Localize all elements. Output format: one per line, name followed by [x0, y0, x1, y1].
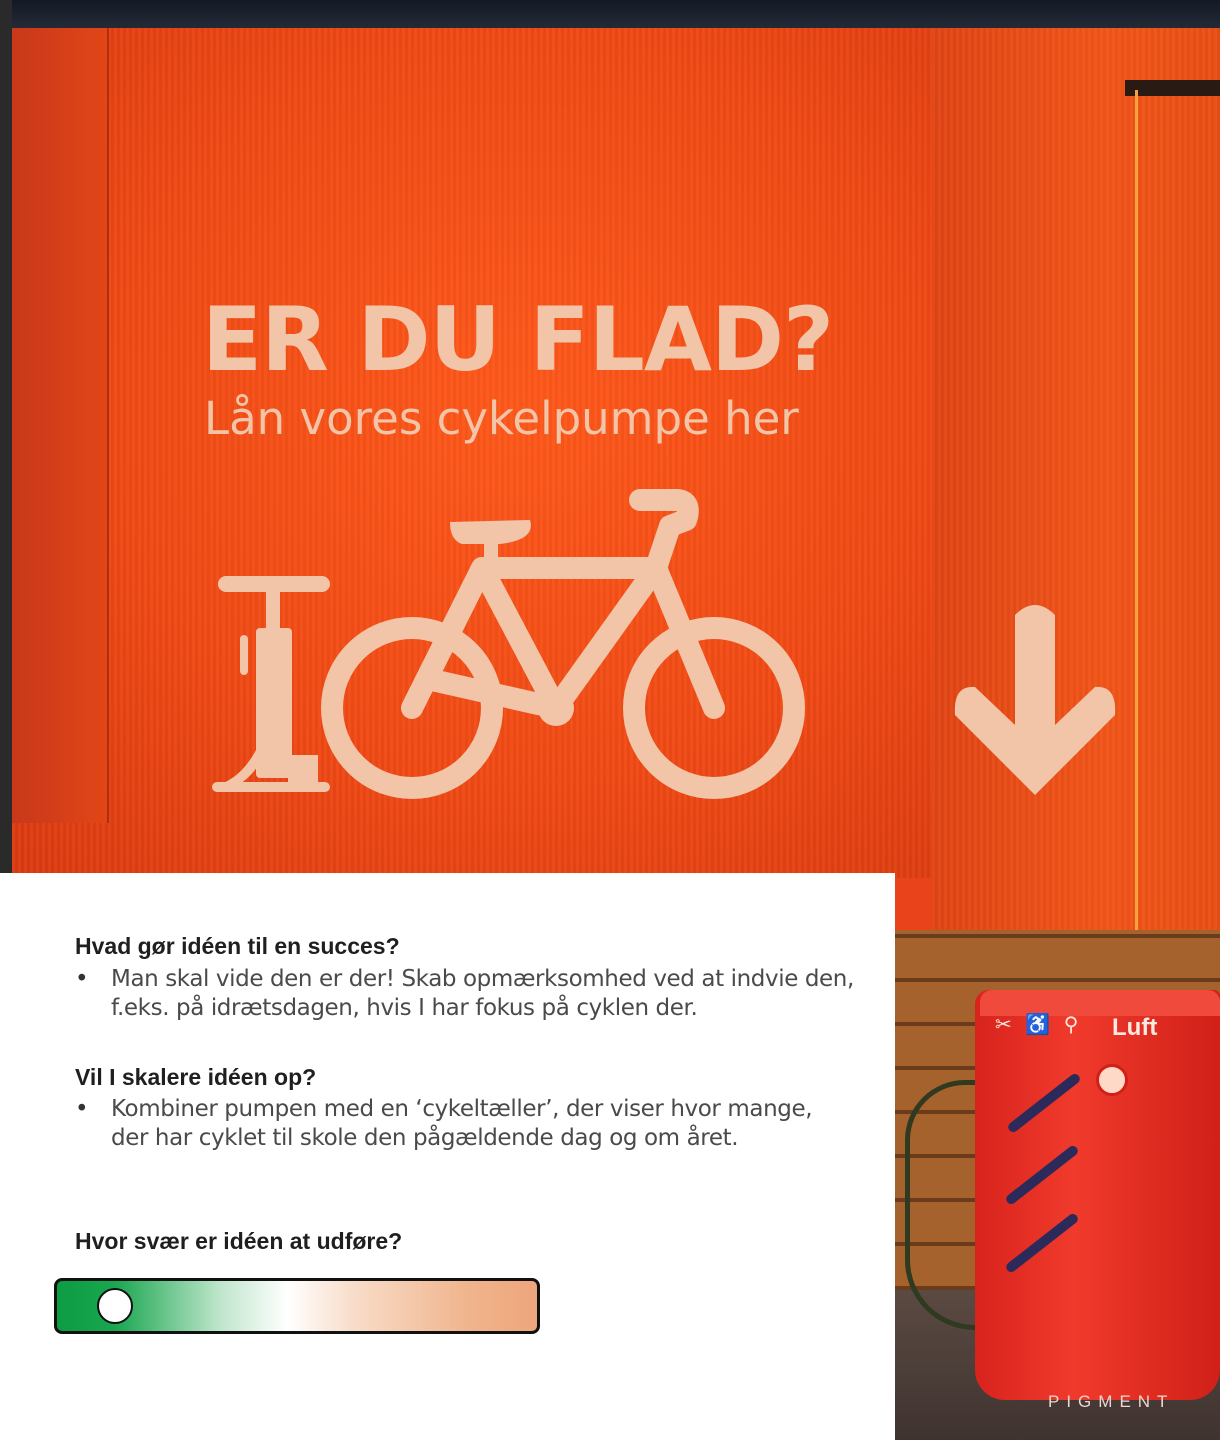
wall-seam: [1135, 90, 1138, 940]
bullet-icon: •: [75, 1096, 89, 1122]
ceiling-strip: [0, 0, 1220, 28]
pump-vehicle-icons: ✂ ♿ ⚲: [995, 1014, 1083, 1036]
down-arrow-icon: [954, 605, 1116, 795]
sign-headline: ER DU FLAD?: [202, 288, 834, 391]
photo-left-edge: [0, 0, 12, 880]
scale-bullet: • Kombiner pumpen med en ‘cykeltæller’, …: [75, 1095, 855, 1153]
difficulty-scale: [54, 1278, 540, 1334]
success-bullet: • Man skal vide den er der! Skab opmærks…: [75, 965, 855, 1023]
orange-wall-right: [932, 28, 1220, 958]
success-bullet-text: Man skal vide den er der! Skab opmærksom…: [111, 966, 854, 1021]
sign-subline: Lån vores cykelpumpe her: [204, 392, 799, 445]
pump-and-bicycle-pictogram: [212, 489, 805, 799]
floor-pump-icon: [212, 576, 330, 792]
scale-heading: Vil I skalere idéen op?: [75, 1064, 317, 1090]
difficulty-indicator: [96, 1288, 133, 1324]
bullet-icon: •: [75, 966, 89, 992]
success-heading: Hvad gør idéen til en succes?: [75, 933, 400, 959]
wall-ledge: [1125, 80, 1220, 96]
difficulty-heading: Hvor svær er idéen at udføre?: [75, 1228, 403, 1254]
scale-bullet-text: Kombiner pumpen med en ‘cykeltæller’, de…: [111, 1096, 813, 1151]
pigment-watermark: PIGMENT: [1048, 1392, 1175, 1411]
pump-badge-icon: [1096, 1064, 1128, 1096]
pump-station-label: Luft: [1112, 1014, 1158, 1041]
wall-panel-left: [12, 28, 109, 823]
bicycle-icon: [321, 489, 805, 799]
